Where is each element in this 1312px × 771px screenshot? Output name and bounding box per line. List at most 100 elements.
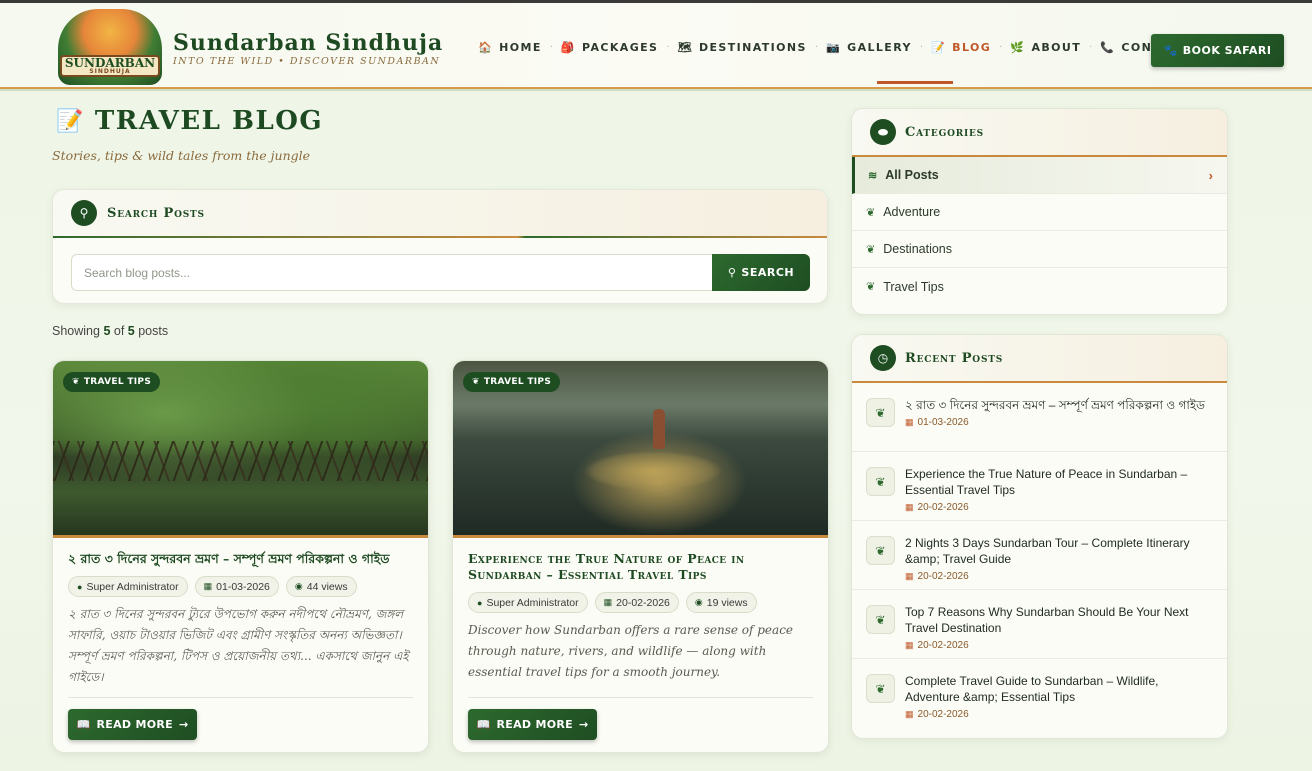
search-input[interactable] xyxy=(71,254,712,291)
book-safari-button[interactable]: 🐾 BOOK SAFARI xyxy=(1151,34,1284,67)
book-icon: 📖 xyxy=(476,718,491,731)
nav-destinations[interactable]: 🗺 DESTINATIONS xyxy=(670,41,815,54)
recent-date-value: 20-02-2026 xyxy=(917,571,969,582)
nav-gallery[interactable]: 📷 GALLERY xyxy=(818,41,920,54)
recent-date-value: 20-02-2026 xyxy=(917,502,969,513)
blog-image[interactable]: ❦ TRAVEL TIPS xyxy=(53,361,428,538)
calendar-icon: ▦ xyxy=(905,417,914,427)
memo-icon: 📝 xyxy=(931,41,947,54)
calendar-icon: ▦ xyxy=(905,571,914,581)
nav-blog[interactable]: 📝 BLOG xyxy=(923,41,999,54)
leaf-icon: ❦ xyxy=(866,243,876,256)
recent-post-text: Complete Travel Guide to Sundarban – Wil… xyxy=(905,673,1213,720)
calendar-icon: ▦ xyxy=(203,581,213,591)
nav-about[interactable]: 🌿 ABOUT xyxy=(1002,41,1089,54)
calendar-icon: ▦ xyxy=(603,597,613,607)
view-count: 19 views xyxy=(706,596,748,609)
category-label: Destinations xyxy=(883,242,953,256)
nav-label: GALLERY xyxy=(847,41,912,54)
search-card-header: ⚲ Search Posts xyxy=(53,190,827,238)
leaf-icon: ❦ xyxy=(72,377,80,387)
recent-post-text: 2 Nights 3 Days Sundarban Tour – Complet… xyxy=(905,535,1213,582)
leaf-icon: ❦ xyxy=(866,536,895,565)
book-icon: 📖 xyxy=(76,718,91,731)
showing-suffix: posts xyxy=(138,324,169,338)
page-title-text: TRAVEL BLOG xyxy=(94,106,324,136)
search-card-title: Search Posts xyxy=(107,205,205,221)
read-more-button[interactable]: 📖 READ MORE → xyxy=(68,709,197,740)
calendar-icon: ▦ xyxy=(905,640,914,650)
fishing-net xyxy=(583,451,723,491)
calendar-icon: ▦ xyxy=(905,502,914,512)
category-tag[interactable]: ❦ TRAVEL TIPS xyxy=(63,372,161,392)
recent-post-item[interactable]: ❦ Experience the True Nature of Peace in… xyxy=(852,452,1227,521)
phone-icon: 📞 xyxy=(1100,41,1116,54)
date-badge: ▦ 01-03-2026 xyxy=(194,576,279,597)
views-badge: ◉ 19 views xyxy=(685,592,757,613)
category-label: All Posts xyxy=(885,168,939,182)
nav-packages[interactable]: 🎒 PACKAGES xyxy=(553,41,666,54)
blog-image[interactable]: ❦ TRAVEL TIPS xyxy=(453,361,828,538)
blog-title[interactable]: ২ রাত ৩ দিনের সুন্দরবন ভ্রমণ – সম্পূর্ণ … xyxy=(68,551,413,567)
nav-label: HOME xyxy=(499,41,542,54)
author-badge: ● Super Administrator xyxy=(68,576,188,597)
arrow-right-icon: → xyxy=(578,718,589,731)
eye-icon: ◉ xyxy=(694,597,703,607)
arrow-right-icon: → xyxy=(178,718,189,731)
category-destinations[interactable]: ❦ Destinations xyxy=(852,231,1227,268)
recent-post-text: Top 7 Reasons Why Sundarban Should Be Yo… xyxy=(905,604,1213,651)
recent-post-item[interactable]: ❦ Complete Travel Guide to Sundarban – W… xyxy=(852,659,1227,728)
recent-post-text: Experience the True Nature of Peace in S… xyxy=(905,466,1213,513)
categories-card: ⬬ Categories ≋ All Posts › ❦ Adventure ❦… xyxy=(851,108,1228,315)
category-adventure[interactable]: ❦ Adventure xyxy=(852,194,1227,231)
blog-card[interactable]: ❦ TRAVEL TIPS Experience the True Nature… xyxy=(452,360,829,753)
site-logo[interactable]: SUNDARBAN SINDHUJA xyxy=(58,9,162,85)
herb-icon: 🌿 xyxy=(1010,41,1026,54)
recent-posts-card: ◷ Recent Posts ❦ ২ রাত ৩ দিনের সুন্দরবন … xyxy=(851,334,1228,739)
tag-label: TRAVEL TIPS xyxy=(83,377,152,387)
category-travel-tips[interactable]: ❦ Travel Tips xyxy=(852,268,1227,305)
results-count: Showing 5 of 5 posts xyxy=(52,324,168,338)
blog-excerpt: Discover how Sundarban offers a rare sen… xyxy=(468,623,794,679)
showing-shown: 5 xyxy=(103,324,111,338)
clock-icon: ◷ xyxy=(870,345,896,371)
user-icon: ● xyxy=(77,581,83,592)
card-divider xyxy=(68,697,413,698)
brand-title[interactable]: Sundarban Sindhuja xyxy=(173,30,443,56)
category-tag[interactable]: ❦ TRAVEL TIPS xyxy=(463,372,561,392)
recent-date-value: 01-03-2026 xyxy=(917,417,969,428)
nav-label: PACKAGES xyxy=(582,41,659,54)
leaf-icon: ❦ xyxy=(866,467,895,496)
home-icon: 🏠 xyxy=(478,41,494,54)
author-badge: ● Super Administrator xyxy=(468,592,588,613)
tag-label: TRAVEL TIPS xyxy=(483,377,552,387)
category-all-posts[interactable]: ≋ All Posts › xyxy=(852,157,1227,194)
card-divider xyxy=(468,697,813,698)
recent-post-date: ▦ 20-02-2026 xyxy=(905,640,1213,651)
leaf-icon: ❦ xyxy=(866,398,895,427)
user-icon: ● xyxy=(477,597,483,608)
recent-post-item[interactable]: ❦ Top 7 Reasons Why Sundarban Should Be … xyxy=(852,590,1227,659)
nav-home[interactable]: 🏠 HOME xyxy=(470,41,550,54)
main-nav: 🏠 HOME · 🎒 PACKAGES · 🗺 DESTINATIONS · 📷 GAL… xyxy=(470,41,1197,54)
recent-post-text: ২ রাত ৩ দিনের সুন্দরবন ভ্রমণ – সম্পূর্ণ … xyxy=(905,397,1213,428)
recent-date-value: 20-02-2026 xyxy=(917,640,969,651)
recent-post-item[interactable]: ❦ 2 Nights 3 Days Sundarban Tour – Compl… xyxy=(852,521,1227,590)
logo-subtext: SINDHUJA xyxy=(89,68,131,75)
page-title: 📝 TRAVEL BLOG xyxy=(56,106,323,136)
recent-posts-title: Recent Posts xyxy=(905,350,1004,366)
recent-posts-header: ◷ Recent Posts xyxy=(852,335,1227,383)
categories-title: Categories xyxy=(905,124,984,140)
recent-date-value: 20-02-2026 xyxy=(917,709,969,720)
recent-post-item[interactable]: ❦ ২ রাত ৩ দিনের সুন্দরবন ভ্রমণ – সম্পূর্… xyxy=(852,383,1227,452)
search-button[interactable]: ⚲ SEARCH xyxy=(712,254,810,291)
mangrove-roots xyxy=(53,441,428,481)
read-more-label: READ MORE xyxy=(496,718,573,731)
author-name: Super Administrator xyxy=(86,580,179,593)
read-more-label: READ MORE xyxy=(96,718,173,731)
showing-prefix: Showing xyxy=(52,324,100,338)
blog-title[interactable]: Experience the True Nature of Peace in S… xyxy=(468,551,813,583)
blog-card[interactable]: ❦ TRAVEL TIPS ২ রাত ৩ দিনের সুন্দরবন ভ্র… xyxy=(52,360,429,753)
calendar-icon: ▦ xyxy=(905,709,914,719)
read-more-button[interactable]: 📖 READ MORE → xyxy=(468,709,597,740)
